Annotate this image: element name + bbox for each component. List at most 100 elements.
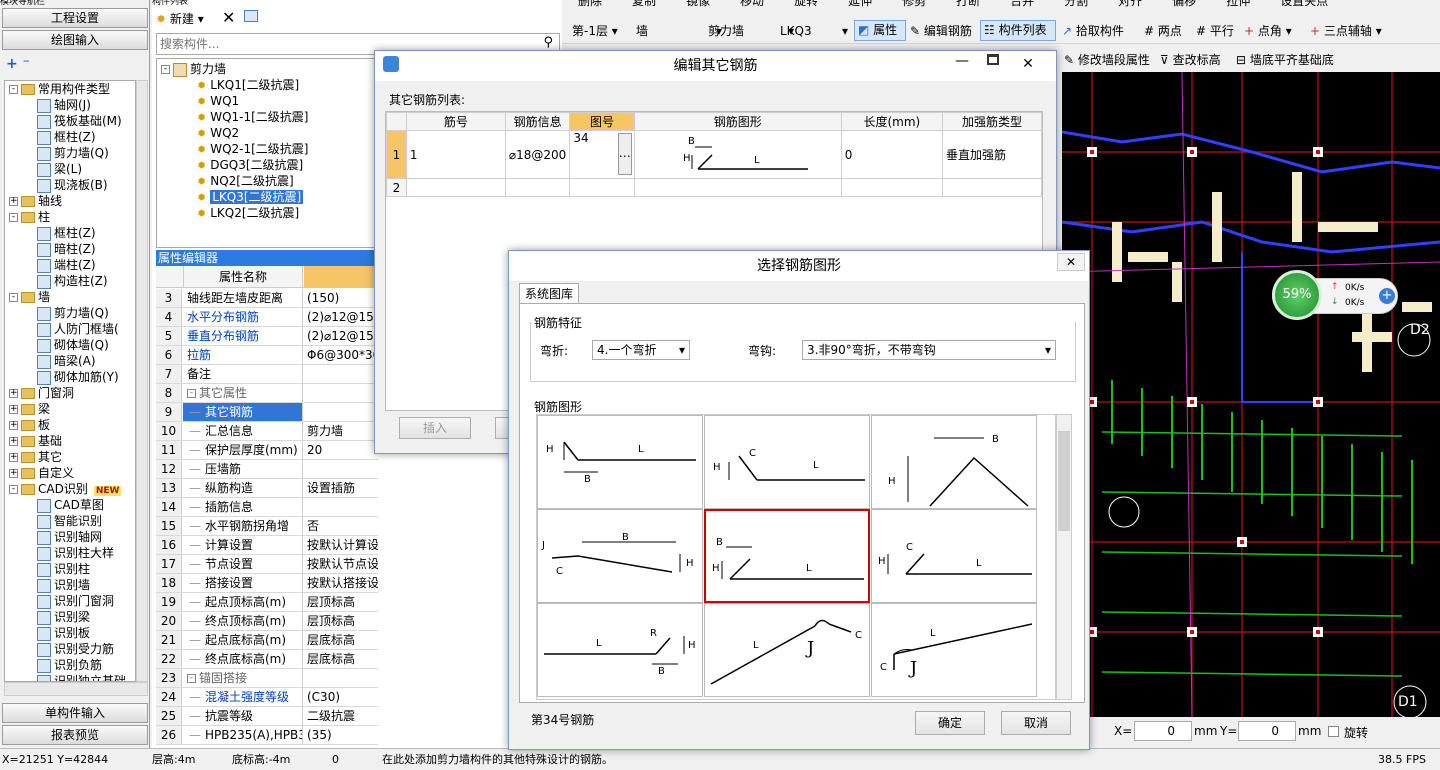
property-value[interactable]	[304, 669, 378, 687]
property-value[interactable]: 按默认搭接设置计算	[304, 574, 378, 592]
shape-option[interactable]: L R H B	[537, 603, 703, 697]
property-row[interactable]: 18—搭接设置按默认搭接设置计算	[156, 574, 378, 593]
toolbar-button[interactable]: 延伸	[848, 0, 872, 8]
cell-bar-info[interactable]	[504, 178, 571, 197]
component-item[interactable]: ✹ WQ1-1[二级抗震]	[197, 109, 309, 125]
property-value[interactable]	[304, 384, 378, 402]
drawing-input-button[interactable]: 绘图输入	[2, 30, 148, 50]
toolbar-button[interactable]: 镜像	[686, 0, 710, 8]
maximize-icon[interactable]	[987, 54, 999, 65]
tree-item[interactable]: 暗柱(Z)	[37, 241, 96, 257]
property-value[interactable]: 层顶标高	[304, 612, 378, 630]
property-row[interactable]: 12— 压墙筋	[156, 460, 378, 479]
cell-bar-no[interactable]	[405, 178, 506, 197]
tree-folder[interactable]: -墙	[9, 289, 50, 305]
delete-icon[interactable]: ✕	[222, 8, 235, 27]
close-icon[interactable]: ✕	[1011, 55, 1045, 75]
tree-root[interactable]: - 剪力墙	[161, 61, 226, 77]
parallel-button[interactable]: # 平行	[1196, 22, 1234, 40]
toolbar-button[interactable]: 复制	[632, 0, 656, 8]
shape-option[interactable]: LJC	[704, 603, 870, 697]
tree-item[interactable]: CAD草图	[37, 497, 104, 513]
tree-item[interactable]: 识别独立基础	[37, 673, 126, 681]
tree-item[interactable]: 砌体加筋(Y)	[37, 369, 119, 385]
cad-drawing-canvas[interactable]: 0K/s 0K/s ↑ ↓ + 59% D2 D1	[1062, 72, 1440, 717]
property-row[interactable]: 23- 锚固搭接	[156, 669, 378, 688]
property-row[interactable]: 16—计算设置按默认计算设置计算	[156, 536, 378, 555]
toolbar-button[interactable]: 设置夹点	[1280, 0, 1328, 8]
property-value[interactable]: 设置插筋	[304, 479, 378, 497]
tree-folder[interactable]: + 板	[9, 417, 50, 433]
shape-option[interactable]: BH	[871, 415, 1037, 509]
tree-item[interactable]: 现浇板(B)	[37, 177, 108, 193]
shape-option[interactable]: H C L	[871, 509, 1037, 603]
property-value[interactable]	[304, 498, 378, 516]
tree-folder[interactable]: + 其它	[9, 449, 62, 465]
collapse-icon[interactable]: -	[187, 674, 196, 683]
tree-item[interactable]: 识别板	[37, 625, 90, 641]
tree-item[interactable]: 端柱(Z)	[37, 257, 96, 273]
toolbar-button[interactable]: 合并	[1010, 0, 1034, 8]
component-list-button[interactable]: ☷ 构件列表	[980, 20, 1056, 41]
tree-item[interactable]: 梁(L)	[37, 161, 82, 177]
collapse-icon[interactable]: -	[9, 485, 18, 494]
shape-gallery[interactable]: HLBHCLBHJCBHBHLHCLLRHBLJCLCJ	[536, 414, 1056, 700]
table-row[interactable]: 1 1 ⌀18@200 34… B H L 0 垂直加强筋	[386, 130, 1043, 179]
bend-select[interactable]: 4.一个弯折	[592, 340, 690, 360]
expand-icon[interactable]: +	[9, 389, 18, 398]
report-preview-button[interactable]: 报表预览	[2, 725, 148, 745]
collapse-icon[interactable]: -	[9, 85, 18, 94]
cell-reinforce-type[interactable]: 垂直加强筋	[941, 130, 1043, 179]
property-value[interactable]: (2)⌀12@150	[304, 327, 378, 345]
check-elevation-button[interactable]: ⊽ 查改标高	[1160, 51, 1221, 69]
toolbar-button[interactable]: 旋转	[794, 0, 818, 8]
tree-item[interactable]: 识别墙	[37, 577, 90, 593]
component-item[interactable]: ✹ NQ2[二级抗震]	[197, 173, 294, 189]
tree-item[interactable]: 筏板基础(M)	[37, 113, 122, 129]
property-value[interactable]: (2)⌀12@150	[304, 308, 378, 326]
property-value[interactable]: 剪力墙	[304, 422, 378, 440]
floor-select[interactable]: 第-1层 ▾	[572, 22, 618, 40]
toolbar-button[interactable]: 删除	[578, 0, 602, 8]
tab-system-library[interactable]: 系统图库	[519, 283, 579, 303]
toolbar-button[interactable]: 对齐	[1118, 0, 1142, 8]
toolbar-button[interactable]: 打断	[956, 0, 980, 8]
tree-item[interactable]: 轴网(J)	[37, 97, 91, 113]
property-row[interactable]: 14— 插筋信息	[156, 498, 378, 517]
component-type-tree[interactable]: - 常用构件类型 轴网(J) 筏板基础(M) 框柱(Z) 剪力墙(Q) 梁(L) 现浇板(B)…	[4, 80, 136, 682]
tree-item[interactable]: 识别受力筋	[37, 641, 114, 657]
component-item[interactable]: ✹ LKQ2[二级抗震]	[197, 205, 299, 221]
copy-icon[interactable]	[244, 10, 258, 22]
property-row[interactable]: 10— 汇总信息 剪力墙	[156, 422, 378, 441]
tree-item[interactable]: 暗梁(A)	[37, 353, 96, 369]
cell-bar-info[interactable]: ⌀18@200	[504, 130, 571, 179]
tree-scrollbar[interactable]	[136, 80, 148, 682]
property-value[interactable]: 层底标高	[304, 650, 378, 668]
toolbar-button[interactable]: 移动	[740, 0, 764, 8]
three-point-axis-button[interactable]: + 三点辅轴 ▾	[1310, 22, 1382, 40]
tree-folder[interactable]: -柱	[9, 209, 50, 225]
component-item[interactable]: ✹ DGQ3[二级抗震]	[197, 157, 303, 173]
browse-button[interactable]: …	[617, 133, 632, 175]
expand-icon[interactable]: +	[9, 437, 18, 446]
minimize-icon[interactable]: —	[955, 53, 969, 69]
property-row[interactable]: 15— 水平钢筋拐角增否	[156, 517, 378, 536]
search-icon[interactable]: ⚲	[543, 35, 553, 50]
property-value[interactable]: 否	[304, 517, 378, 535]
single-component-input-button[interactable]: 单构件输入	[2, 703, 148, 723]
collapse-icon[interactable]: -	[187, 389, 196, 398]
expand-icon[interactable]: +	[9, 453, 18, 462]
toolbar-button[interactable]: 分割	[1064, 0, 1088, 8]
tree-item[interactable]: 框柱(Z)	[37, 129, 96, 145]
collapse-icon[interactable]: -	[161, 65, 170, 74]
tree-item[interactable]: 人防门框墙(	[37, 321, 119, 337]
property-value[interactable]: 按默认计算设置计算	[304, 536, 378, 554]
tree-item[interactable]: 识别柱	[37, 561, 90, 577]
point-angle-button[interactable]: + 点角 ▾	[1244, 22, 1292, 40]
shape-option[interactable]: L C J	[871, 603, 1037, 697]
x-input[interactable]: 0	[1134, 721, 1192, 741]
collapse-icon[interactable]: -	[9, 213, 18, 222]
tree-folder[interactable]: + 自定义	[9, 465, 74, 481]
tree-item[interactable]: 智能识别	[37, 513, 102, 529]
shape-option[interactable]: J C B H	[537, 509, 703, 603]
